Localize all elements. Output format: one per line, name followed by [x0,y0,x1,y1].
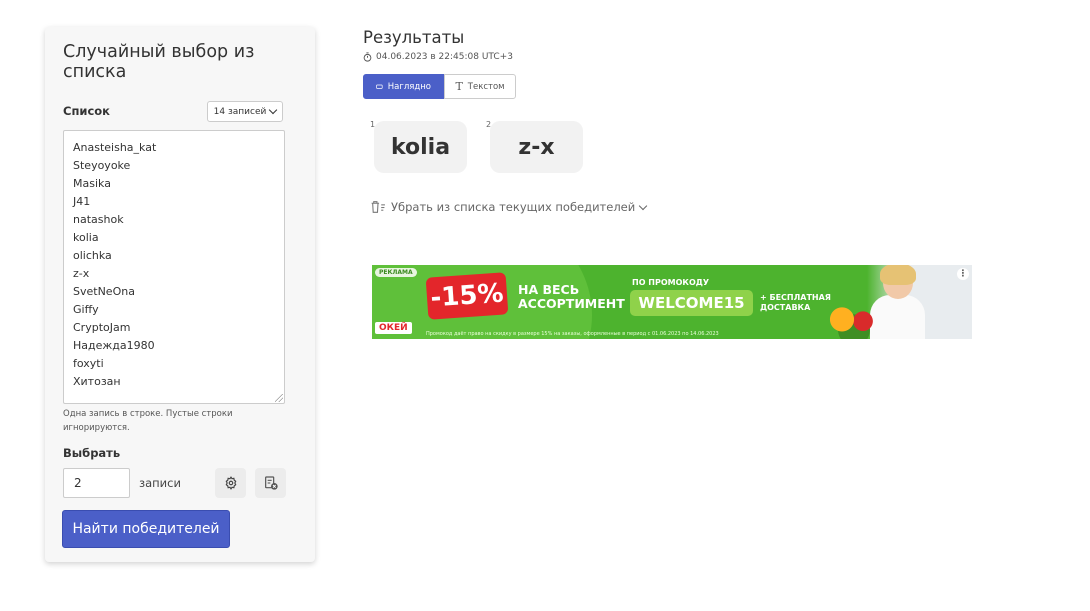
ad-menu-icon[interactable]: ⋮ [957,268,969,280]
list-entry: z-x [73,267,90,280]
ad-headline-line2: АССОРТИМЕНТ [518,296,625,311]
find-winners-button[interactable]: Найти победителей [62,510,230,548]
list-entry: kolia [73,231,99,244]
monitor-icon [376,84,383,89]
list-label: Список [63,104,110,118]
ad-vegetables-image [824,305,884,339]
resize-handle[interactable] [275,394,283,402]
card-title: Случайный выбор из списка [63,42,255,82]
list-entry: olichka [73,249,112,262]
ad-label: РЕКЛАМА [375,268,417,277]
stopwatch-icon [363,52,372,62]
tab-visual[interactable]: Наглядно [363,74,444,99]
tab-visual-label: Наглядно [387,81,431,92]
winner-card: kolia [374,121,467,173]
list-entry: Anasteisha_kat [73,141,157,154]
random-picker-card: Случайный выбор из списка Список 14 запи… [45,27,315,562]
ad-promo-code: WELCOME15 [630,290,753,316]
ad-promo-label: ПО ПРОМОКОДУ [632,278,710,287]
ad-free-line1: + БЕСПЛАТНАЯ [760,293,831,302]
winner-card: z-x [490,121,583,173]
clear-list-button[interactable] [255,468,286,498]
list-entry: J41 [73,195,91,208]
winner-count-input[interactable] [63,468,130,498]
remove-winners-label: Убрать из списка текущих победителей [391,200,636,214]
list-entry: Steyoyoke [73,159,131,172]
results-title: Результаты [363,28,465,47]
tab-text[interactable]: T Текстом [444,74,516,99]
chevron-down-icon [638,201,648,210]
results-timestamp: 04.06.2023 в 22:45:08 UTC+3 [363,52,513,62]
list-entry: Giffy [73,303,99,316]
list-entry: CryptoJam [73,321,131,334]
choose-unit: записи [139,476,181,490]
view-mode-toggle: Наглядно T Текстом [363,74,516,99]
tab-text-label: Текстом [467,81,505,92]
remove-winners-link[interactable]: Убрать из списка текущих победителей [370,200,648,214]
ad-fine-print: Промокод даёт право на скидку в размере … [426,331,719,337]
entry-count-dropdown[interactable]: 14 записей [207,101,283,122]
ad-brand-logo: ОКЕЙ [375,322,412,334]
list-entry: Хитозан [73,375,121,388]
entry-count-label: 14 записей [213,106,267,117]
chevron-down-icon [269,105,278,115]
list-hint: Одна запись в строке. Пустые строки игно… [63,409,233,433]
entries-textarea[interactable]: Anasteisha_kat Steyoyoke Masika J41 nata… [63,130,285,404]
ad-person-hair [880,265,916,285]
ad-free-delivery: + БЕСПЛАТНАЯ ДОСТАВКА [760,293,831,313]
choose-label: Выбрать [63,446,121,460]
ad-headline-line1: НА ВЕСЬ [518,282,580,297]
document-remove-icon [264,476,278,490]
ad-banner[interactable]: РЕКЛАМА -15% НА ВЕСЬ АССОРТИМЕНТ ПО ПРОМ… [372,265,972,339]
ad-free-line2: ДОСТАВКА [760,303,811,312]
ad-discount: -15% [425,272,509,320]
list-entry: SvetNeOna [73,285,135,298]
text-format-icon: T [455,80,463,93]
trash-list-icon [371,201,385,213]
settings-button[interactable] [215,468,246,498]
list-entry: Masika [73,177,111,190]
gear-icon [225,476,236,490]
list-entry: natashok [73,213,124,226]
list-entry: Надежда1980 [73,339,155,352]
results-date: 04.06.2023 в 22:45:08 UTC+3 [376,52,513,62]
list-entry: foxyti [73,357,104,370]
